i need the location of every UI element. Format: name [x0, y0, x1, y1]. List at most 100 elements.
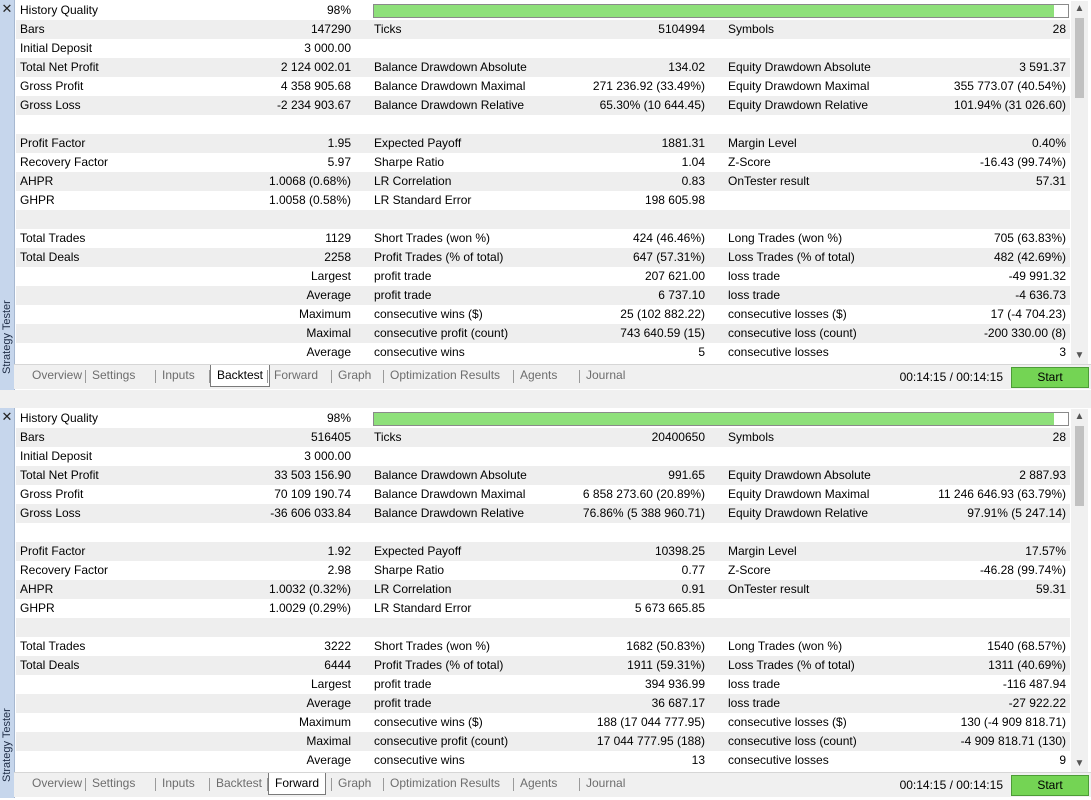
cell-label: Equity Drawdown Relative: [728, 506, 869, 520]
cell-value: 25 (102 882.22): [620, 307, 705, 321]
cell-value: 0.40%: [1031, 136, 1066, 150]
table-row: Gross Loss -2 234 903.67 Balance Drawdown …: [16, 96, 1070, 115]
tab-overview[interactable]: Overview: [26, 773, 88, 795]
cell-value: 17.57%: [1025, 544, 1066, 558]
cell-value: 65.30% (10 644.45): [599, 98, 705, 112]
sidebar-label: Strategy Tester: [1, 300, 13, 374]
cell-label: consecutive losses: [728, 753, 829, 767]
vertical-scrollbar[interactable]: ▲ ▼: [1071, 1, 1088, 364]
cell-label: Margin Level: [728, 544, 797, 558]
scroll-down-icon[interactable]: ▼: [1071, 348, 1088, 364]
cell-value: 647 (57.31%): [632, 250, 705, 264]
cell-label: AHPR: [20, 174, 54, 188]
cell-label: consecutive loss (count): [728, 734, 857, 748]
table-row: Largest profit trade 207 621.00 loss trade -…: [16, 267, 1070, 286]
start-button[interactable]: Start: [1011, 775, 1089, 796]
table-row: Total Deals 2258 Profit Trades (% of total…: [16, 248, 1070, 267]
cell-value: -2 234 903.67: [276, 98, 351, 112]
cell-label: Gross Profit: [20, 487, 84, 501]
scroll-thumb[interactable]: [1075, 426, 1084, 506]
cell-value: 188 (17 044 777.95): [596, 715, 705, 729]
scroll-up-icon[interactable]: ▲: [1071, 1, 1088, 17]
cell-label: Sharpe Ratio: [374, 155, 445, 169]
tab-agents[interactable]: Agents: [514, 773, 563, 795]
tab-graph[interactable]: Graph: [332, 773, 377, 795]
tab-inputs[interactable]: Inputs: [156, 365, 201, 387]
tab-optimization-results[interactable]: Optimization Results: [384, 365, 506, 387]
tab-separator: [209, 778, 210, 791]
cell-label: Short Trades (won %): [374, 231, 491, 245]
strategy-tester-panel-forward: ✕ Strategy Tester History Quality 98% Bars…: [0, 408, 1091, 798]
cell-value: 9: [1059, 753, 1066, 767]
scroll-thumb[interactable]: [1075, 18, 1084, 98]
tab-backtest[interactable]: Backtest: [210, 365, 271, 387]
cell-value: 4 358 905.68: [280, 79, 351, 93]
cell-value: 0.91: [681, 582, 705, 596]
tab-forward[interactable]: Forward: [268, 365, 324, 387]
tab-graph[interactable]: Graph: [332, 365, 377, 387]
tab-forward[interactable]: Forward: [268, 773, 327, 795]
cell-value: Largest: [310, 677, 351, 691]
panel-separator[interactable]: [0, 390, 1091, 408]
cell-value: -4 909 818.71 (130): [960, 734, 1066, 748]
cell-label: Profit Trades (% of total): [374, 250, 504, 264]
tab-agents[interactable]: Agents: [514, 365, 563, 387]
cell-value: 70 109 190.74: [274, 487, 351, 501]
cell-label: consecutive wins ($): [374, 307, 483, 321]
history-quality-bar: [373, 4, 1069, 18]
tab-journal[interactable]: Journal: [580, 365, 631, 387]
cell-value: 2.98: [327, 563, 351, 577]
tab-inputs[interactable]: Inputs: [156, 773, 201, 795]
cell-value: 6 737.10: [658, 288, 705, 302]
table-row: Gross Profit 70 109 190.74 Balance Drawdow…: [16, 485, 1070, 504]
cell-value: Average: [306, 288, 351, 302]
scroll-up-icon[interactable]: ▲: [1071, 409, 1088, 425]
cell-value: 271 236.92 (33.49%): [592, 79, 705, 93]
tab-optimization-results[interactable]: Optimization Results: [384, 773, 506, 795]
cell-value: 482 (42.69%): [993, 250, 1066, 264]
table-row: Maximum consecutive wins ($) 25 (102 882.2…: [16, 305, 1070, 324]
tab-backtest[interactable]: Backtest: [210, 773, 268, 795]
cell-value: 33 503 156.90: [274, 468, 351, 482]
cell-value: 2 887.93: [1019, 468, 1066, 482]
table-row: Average profit trade 6 737.10 loss trade -4 …: [16, 286, 1070, 305]
cell-value: -36 606 033.84: [270, 506, 351, 520]
cell-value: 1311 (40.69%): [988, 658, 1066, 672]
tab-settings[interactable]: Settings: [86, 365, 141, 387]
cell-label: Z-Score: [728, 155, 771, 169]
cell-value: 1.0068 (0.68%): [268, 174, 351, 188]
cell-label: Expected Payoff: [374, 544, 462, 558]
sidebar-label: Strategy Tester: [1, 708, 13, 782]
cell-value: Maximum: [298, 715, 351, 729]
start-button[interactable]: Start: [1011, 367, 1089, 388]
cell-label: GHPR: [20, 193, 55, 207]
vertical-scrollbar[interactable]: ▲ ▼: [1071, 409, 1088, 772]
cell-value: 1911 (59.31%): [627, 658, 705, 672]
cell-label: Profit Factor: [20, 136, 86, 150]
close-icon[interactable]: ✕: [0, 410, 14, 424]
cell-value: 5.97: [327, 155, 351, 169]
cell-label: Balance Drawdown Relative: [374, 98, 525, 112]
strategy-tester-panel-backtest: ✕ Strategy Tester History Quality 98% Bars…: [0, 0, 1091, 390]
cell-label: Z-Score: [728, 563, 771, 577]
tab-separator: [331, 370, 332, 383]
tab-journal[interactable]: Journal: [580, 773, 631, 795]
tab-separator: [513, 370, 514, 383]
table-row: [16, 618, 1070, 637]
cell-label: Balance Drawdown Maximal: [374, 79, 526, 93]
cell-value: 17 044 777.95 (188): [596, 734, 705, 748]
cell-label: Loss Trades (% of total): [728, 658, 855, 672]
cell-value: 355 773.07 (40.54%): [953, 79, 1066, 93]
cell-value: 5104994: [658, 22, 705, 36]
cell-label: Balance Drawdown Maximal: [374, 487, 526, 501]
scroll-down-icon[interactable]: ▼: [1071, 756, 1088, 772]
cell-label: consecutive profit (count): [374, 734, 509, 748]
table-row: Maximum consecutive wins ($) 188 (17 044 7…: [16, 713, 1070, 732]
cell-value: 11 246 646.93 (63.79%): [938, 487, 1066, 501]
close-icon[interactable]: ✕: [0, 2, 14, 16]
table-row: Profit Factor 1.95 Expected Payoff 1881.31 M…: [16, 134, 1070, 153]
table-row: Average profit trade 36 687.17 loss trade -2…: [16, 694, 1070, 713]
tab-overview[interactable]: Overview: [26, 365, 88, 387]
tab-settings[interactable]: Settings: [86, 773, 141, 795]
cell-value: Largest: [310, 269, 351, 283]
